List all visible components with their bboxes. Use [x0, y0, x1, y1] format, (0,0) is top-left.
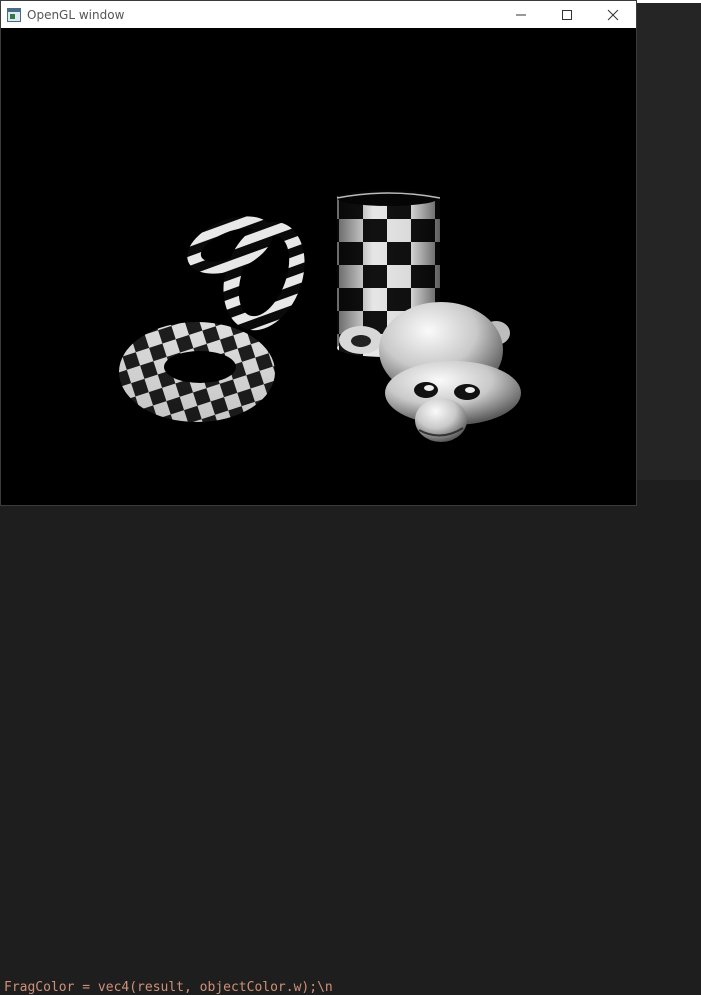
torus-pair	[1, 28, 636, 505]
title-bar[interactable]: OpenGL window	[1, 1, 636, 28]
scene-render	[1, 28, 636, 505]
maximize-icon	[562, 9, 572, 20]
code-line: FragColor = vec4(result, objectColor.w);…	[4, 980, 333, 995]
window-controls	[498, 1, 636, 28]
close-icon	[607, 9, 619, 20]
background-editor-pane	[637, 0, 701, 528]
opengl-window[interactable]: OpenGL window	[0, 0, 637, 506]
minimize-icon	[516, 14, 526, 15]
minimize-button[interactable]	[498, 1, 544, 28]
window-title: OpenGL window	[27, 7, 125, 22]
app-icon	[7, 7, 21, 22]
close-button[interactable]	[590, 1, 636, 28]
maximize-button[interactable]	[544, 1, 590, 28]
render-viewport[interactable]	[1, 28, 636, 505]
